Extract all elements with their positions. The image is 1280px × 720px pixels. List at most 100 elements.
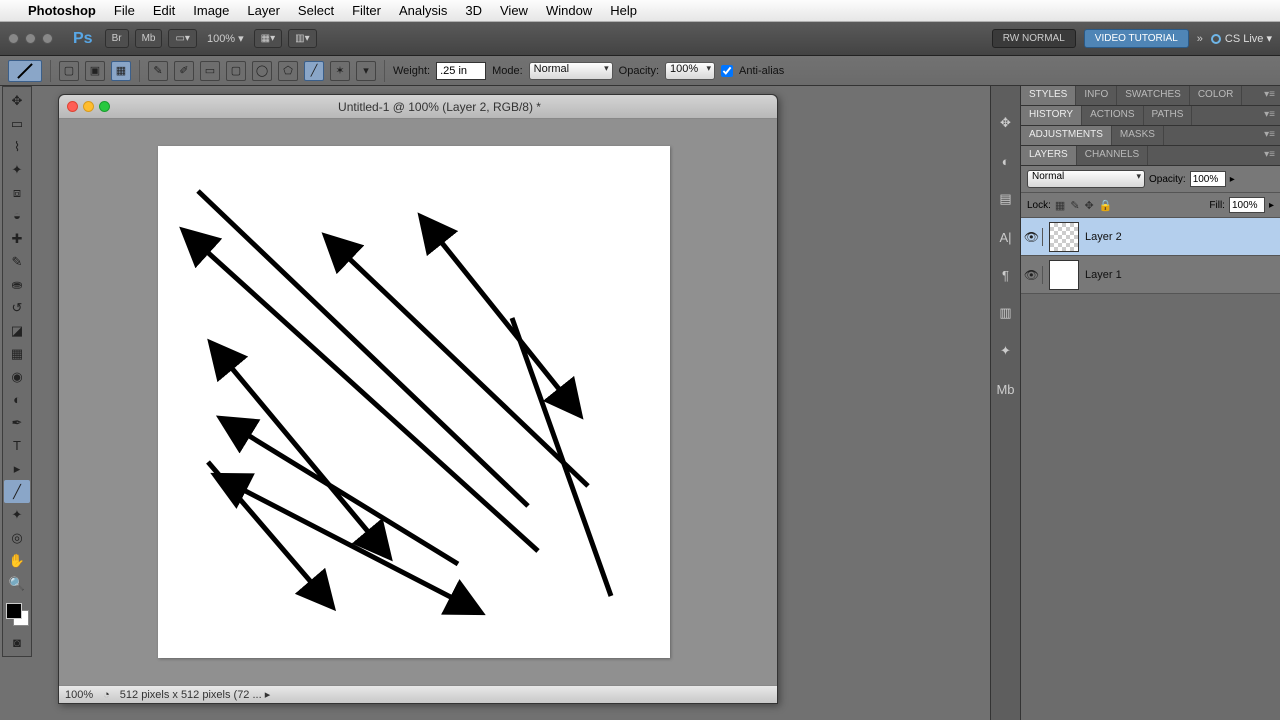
type-tool-icon[interactable]: T (4, 434, 30, 457)
layer-name[interactable]: Layer 2 (1085, 231, 1122, 243)
shape-tool-icon[interactable]: ╱ (4, 480, 30, 503)
menu-layer[interactable]: Layer (247, 3, 280, 18)
menu-select[interactable]: Select (298, 3, 334, 18)
dodge-tool-icon[interactable]: ◐ (4, 388, 30, 411)
color-swatches[interactable] (3, 603, 31, 631)
menu-analysis[interactable]: Analysis (399, 3, 447, 18)
collapsed-panel-icon[interactable]: A| (995, 226, 1017, 248)
extras-button[interactable]: ▥▾ (288, 29, 316, 48)
document-titlebar[interactable]: Untitled-1 @ 100% (Layer 2, RGB/8) * (59, 95, 777, 119)
tab-color[interactable]: COLOR (1190, 86, 1243, 105)
quick-mask-icon[interactable]: ◙ (4, 631, 30, 654)
polygon-shape-icon[interactable]: ⬠ (278, 61, 298, 81)
eraser-tool-icon[interactable]: ◪ (4, 319, 30, 342)
brush-tool-icon[interactable]: ✎ (4, 250, 30, 273)
antialias-checkbox[interactable] (721, 65, 733, 77)
marquee-tool-icon[interactable]: ▭ (4, 112, 30, 135)
custom-shape-icon[interactable]: ✶ (330, 61, 350, 81)
history-brush-tool-icon[interactable]: ↺ (4, 296, 30, 319)
tab-history[interactable]: HISTORY (1021, 106, 1082, 125)
status-info-icon[interactable]: ◔ (103, 689, 110, 701)
weight-input[interactable] (436, 62, 486, 80)
menu-file[interactable]: File (114, 3, 135, 18)
menu-window[interactable]: Window (546, 3, 592, 18)
fill-pixels-button[interactable]: ▦ (111, 61, 131, 81)
tab-layers[interactable]: LAYERS (1021, 146, 1077, 165)
opacity-dropdown-icon[interactable]: ▸ (1230, 174, 1235, 185)
hand-tool-icon[interactable]: ✋ (4, 549, 30, 572)
tab-paths[interactable]: PATHS (1144, 106, 1193, 125)
gradient-tool-icon[interactable]: ▦ (4, 342, 30, 365)
doc-minimize-icon[interactable] (83, 101, 94, 112)
doc-zoom-icon[interactable] (99, 101, 110, 112)
layer-blend-mode-select[interactable]: Normal (1027, 170, 1145, 188)
doc-close-icon[interactable] (67, 101, 78, 112)
path-select-tool-icon[interactable]: ▸ (4, 457, 30, 480)
ellipse-shape-icon[interactable]: ◯ (252, 61, 272, 81)
lock-pixels-icon[interactable]: ✎ (1070, 199, 1079, 212)
create-path-button[interactable]: ▣ (85, 61, 105, 81)
rectangle-shape-icon[interactable]: ▭ (200, 61, 220, 81)
window-controls[interactable] (8, 33, 53, 44)
cs-live-button[interactable]: CS Live ▾ (1211, 32, 1272, 45)
menubar-app-name[interactable]: Photoshop (28, 3, 96, 18)
collapsed-panel-icon[interactable]: ◐ (995, 150, 1017, 172)
menu-image[interactable]: Image (193, 3, 229, 18)
collapsed-panel-icon[interactable]: ¶ (995, 264, 1017, 286)
tab-swatches[interactable]: SWATCHES (1117, 86, 1190, 105)
lock-all-icon[interactable]: 🔒 (1099, 199, 1113, 212)
line-shape-icon[interactable]: ╱ (304, 61, 324, 81)
lock-transparency-icon[interactable]: ▦ (1055, 199, 1065, 212)
visibility-eye-icon[interactable]: 👁 (1025, 228, 1043, 246)
tab-styles[interactable]: STYLES (1021, 86, 1076, 105)
layer-opacity-input[interactable] (1190, 171, 1226, 187)
workspace-switcher[interactable]: RW NORMAL (992, 29, 1076, 48)
move-tool-icon[interactable]: ✥ (4, 89, 30, 112)
menu-help[interactable]: Help (610, 3, 637, 18)
status-dimensions[interactable]: 512 pixels x 512 pixels (72 ... ▸ (120, 688, 270, 701)
crop-tool-icon[interactable]: ⧈ (4, 181, 30, 204)
pen-icon[interactable]: ✎ (148, 61, 168, 81)
blur-tool-icon[interactable]: ◉ (4, 365, 30, 388)
layer-row[interactable]: 👁 Layer 1 (1021, 256, 1280, 294)
zoom-window-icon[interactable] (42, 33, 53, 44)
zoom-level[interactable]: 100% ▾ (207, 32, 244, 45)
tab-masks[interactable]: MASKS (1112, 126, 1164, 145)
layer-thumbnail[interactable] (1049, 222, 1079, 252)
visibility-eye-icon[interactable]: 👁 (1025, 266, 1043, 284)
canvas[interactable] (158, 146, 670, 658)
minibridge-button[interactable]: Mb (135, 29, 163, 48)
close-window-icon[interactable] (8, 33, 19, 44)
panel-flyout-icon[interactable]: ▾≡ (1259, 106, 1280, 125)
quick-select-tool-icon[interactable]: ✦ (4, 158, 30, 181)
menu-edit[interactable]: Edit (153, 3, 175, 18)
menu-filter[interactable]: Filter (352, 3, 381, 18)
foreground-color-swatch[interactable] (6, 603, 22, 619)
collapsed-panel-icon[interactable]: ▥ (995, 302, 1017, 324)
arrange-docs-button[interactable]: ▦▾ (254, 29, 282, 48)
3d-camera-tool-icon[interactable]: ◎ (4, 526, 30, 549)
pen-tool-icon[interactable]: ✒ (4, 411, 30, 434)
freeform-pen-icon[interactable]: ✐ (174, 61, 194, 81)
collapsed-panel-icon[interactable]: ▤ (995, 188, 1017, 210)
status-zoom[interactable]: 100% (65, 689, 93, 701)
rounded-rect-shape-icon[interactable]: ▢ (226, 61, 246, 81)
menu-view[interactable]: View (500, 3, 528, 18)
zoom-tool-icon[interactable]: 🔍 (4, 572, 30, 595)
collapsed-panel-icon[interactable]: ✥ (995, 112, 1017, 134)
3d-tool-icon[interactable]: ✦ (4, 503, 30, 526)
collapsed-panel-icon[interactable]: ✦ (995, 340, 1017, 362)
layer-name[interactable]: Layer 1 (1085, 269, 1122, 281)
panel-flyout-icon[interactable]: ▾≡ (1259, 126, 1280, 145)
panel-flyout-icon[interactable]: ▾≡ (1259, 146, 1280, 165)
screen-mode-button[interactable]: ▭▾ (168, 29, 196, 48)
tab-adjustments[interactable]: ADJUSTMENTS (1021, 126, 1112, 145)
minimize-window-icon[interactable] (25, 33, 36, 44)
fill-dropdown-icon[interactable]: ▸ (1269, 200, 1274, 211)
menu-3d[interactable]: 3D (465, 3, 482, 18)
video-tutorial-button[interactable]: VIDEO TUTORIAL (1084, 29, 1189, 48)
opacity-select[interactable]: 100% (665, 62, 715, 80)
tab-actions[interactable]: ACTIONS (1082, 106, 1143, 125)
eyedropper-tool-icon[interactable]: ◒ (4, 204, 30, 227)
panel-flyout-icon[interactable]: ▾≡ (1259, 86, 1280, 105)
